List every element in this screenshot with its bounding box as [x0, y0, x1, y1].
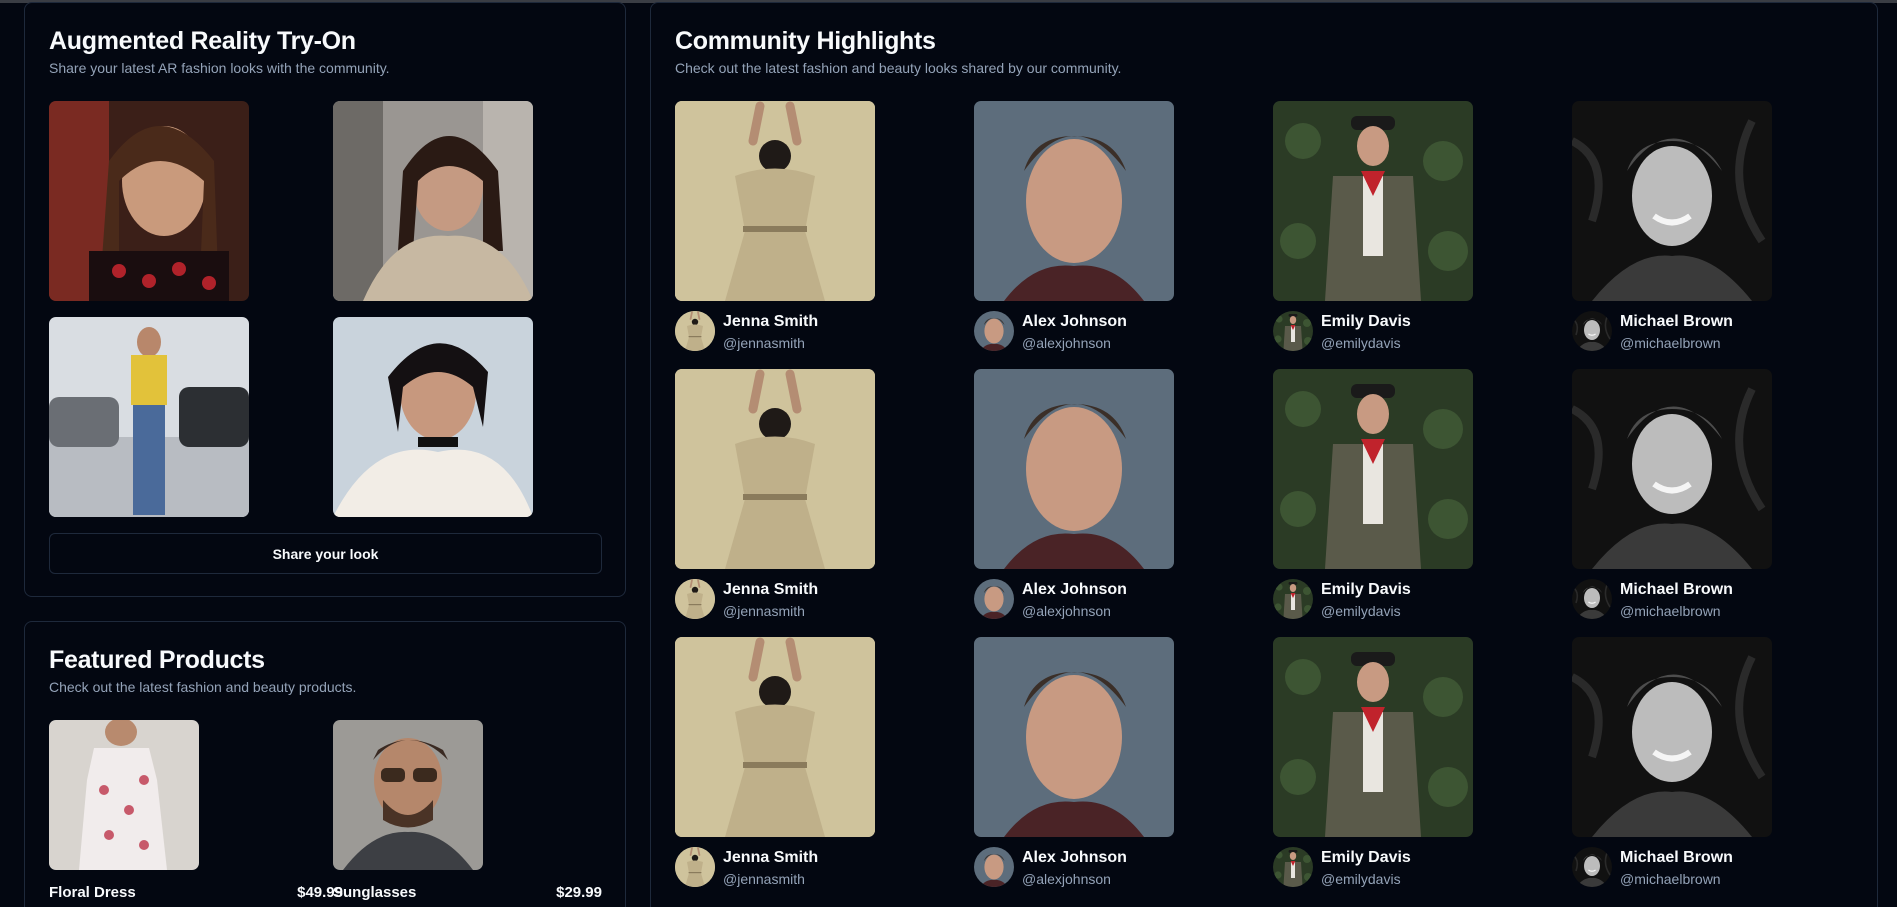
- user-name[interactable]: Michael Brown: [1620, 313, 1733, 331]
- user-handle: @emilydavis: [1321, 603, 1401, 619]
- product-price: $49.99: [297, 884, 343, 901]
- post-image[interactable]: [1572, 101, 1772, 301]
- featured-products-card: Featured Products Check out the latest f…: [24, 621, 626, 907]
- community-highlights-card: Community Highlights Check out the lates…: [650, 2, 1878, 907]
- user-name[interactable]: Alex Johnson: [1022, 313, 1127, 331]
- community-post-alex-johnson[interactable]: Alex Johnson @alexjohnson: [974, 369, 1174, 627]
- ar-look-image[interactable]: [49, 317, 249, 517]
- ar-tryon-title: Augmented Reality Try-On: [49, 27, 356, 55]
- user-name[interactable]: Michael Brown: [1620, 849, 1733, 867]
- post-image[interactable]: [1273, 369, 1473, 569]
- community-post-alex-johnson[interactable]: Alex Johnson @alexjohnson: [974, 637, 1174, 895]
- product-image-floral-dress[interactable]: [49, 720, 199, 870]
- post-image[interactable]: [675, 369, 875, 569]
- user-name[interactable]: Michael Brown: [1620, 581, 1733, 599]
- post-image[interactable]: [974, 637, 1174, 837]
- product-price: $29.99: [556, 884, 602, 901]
- community-subtitle: Check out the latest fashion and beauty …: [675, 60, 1122, 76]
- user-handle: @michaelbrown: [1620, 603, 1721, 619]
- avatar[interactable]: [675, 311, 715, 351]
- avatar[interactable]: [1572, 847, 1612, 887]
- user-name[interactable]: Emily Davis: [1321, 581, 1411, 599]
- user-name[interactable]: Jenna Smith: [723, 313, 818, 331]
- featured-subtitle: Check out the latest fashion and beauty …: [49, 679, 357, 695]
- community-post-michael-brown[interactable]: Michael Brown @michaelbrown: [1572, 101, 1772, 359]
- user-name[interactable]: Alex Johnson: [1022, 849, 1127, 867]
- avatar[interactable]: [675, 579, 715, 619]
- user-handle: @alexjohnson: [1022, 603, 1111, 619]
- community-post-jenna-smith[interactable]: Jenna Smith @jennasmith: [675, 101, 875, 359]
- community-post-jenna-smith[interactable]: Jenna Smith @jennasmith: [675, 369, 875, 627]
- user-name[interactable]: Emily Davis: [1321, 849, 1411, 867]
- avatar[interactable]: [1572, 579, 1612, 619]
- ar-look-image[interactable]: [333, 101, 533, 301]
- post-image[interactable]: [1572, 369, 1772, 569]
- avatar[interactable]: [1273, 311, 1313, 351]
- user-name[interactable]: Alex Johnson: [1022, 581, 1127, 599]
- product-name[interactable]: Sunglasses: [333, 884, 416, 901]
- user-handle: @michaelbrown: [1620, 335, 1721, 351]
- user-name[interactable]: Emily Davis: [1321, 313, 1411, 331]
- avatar[interactable]: [1572, 311, 1612, 351]
- user-name[interactable]: Jenna Smith: [723, 849, 818, 867]
- product-image-sunglasses[interactable]: [333, 720, 483, 870]
- user-handle: @jennasmith: [723, 603, 805, 619]
- ar-tryon-card: Augmented Reality Try-On Share your late…: [24, 2, 626, 597]
- featured-title: Featured Products: [49, 646, 265, 674]
- community-post-michael-brown[interactable]: Michael Brown @michaelbrown: [1572, 637, 1772, 895]
- post-image[interactable]: [1273, 637, 1473, 837]
- community-title: Community Highlights: [675, 27, 936, 55]
- avatar[interactable]: [1273, 579, 1313, 619]
- community-post-alex-johnson[interactable]: Alex Johnson @alexjohnson: [974, 101, 1174, 359]
- avatar[interactable]: [974, 847, 1014, 887]
- user-handle: @emilydavis: [1321, 871, 1401, 887]
- post-image[interactable]: [974, 101, 1174, 301]
- community-post-emily-davis[interactable]: Emily Davis @emilydavis: [1273, 637, 1473, 895]
- ar-tryon-subtitle: Share your latest AR fashion looks with …: [49, 60, 390, 76]
- community-post-emily-davis[interactable]: Emily Davis @emilydavis: [1273, 369, 1473, 627]
- user-handle: @michaelbrown: [1620, 871, 1721, 887]
- user-handle: @emilydavis: [1321, 335, 1401, 351]
- product-name[interactable]: Floral Dress: [49, 884, 136, 901]
- user-name[interactable]: Jenna Smith: [723, 581, 818, 599]
- post-image[interactable]: [675, 637, 875, 837]
- post-image[interactable]: [1572, 637, 1772, 837]
- ar-look-image[interactable]: [333, 317, 533, 517]
- avatar[interactable]: [974, 579, 1014, 619]
- avatar[interactable]: [1273, 847, 1313, 887]
- community-post-jenna-smith[interactable]: Jenna Smith @jennasmith: [675, 637, 875, 895]
- post-image[interactable]: [675, 101, 875, 301]
- community-post-michael-brown[interactable]: Michael Brown @michaelbrown: [1572, 369, 1772, 627]
- user-handle: @jennasmith: [723, 871, 805, 887]
- post-image[interactable]: [974, 369, 1174, 569]
- ar-look-image[interactable]: [49, 101, 249, 301]
- avatar[interactable]: [675, 847, 715, 887]
- post-image[interactable]: [1273, 101, 1473, 301]
- user-handle: @jennasmith: [723, 335, 805, 351]
- share-look-button[interactable]: Share your look: [49, 533, 602, 574]
- avatar[interactable]: [974, 311, 1014, 351]
- community-post-emily-davis[interactable]: Emily Davis @emilydavis: [1273, 101, 1473, 359]
- user-handle: @alexjohnson: [1022, 871, 1111, 887]
- user-handle: @alexjohnson: [1022, 335, 1111, 351]
